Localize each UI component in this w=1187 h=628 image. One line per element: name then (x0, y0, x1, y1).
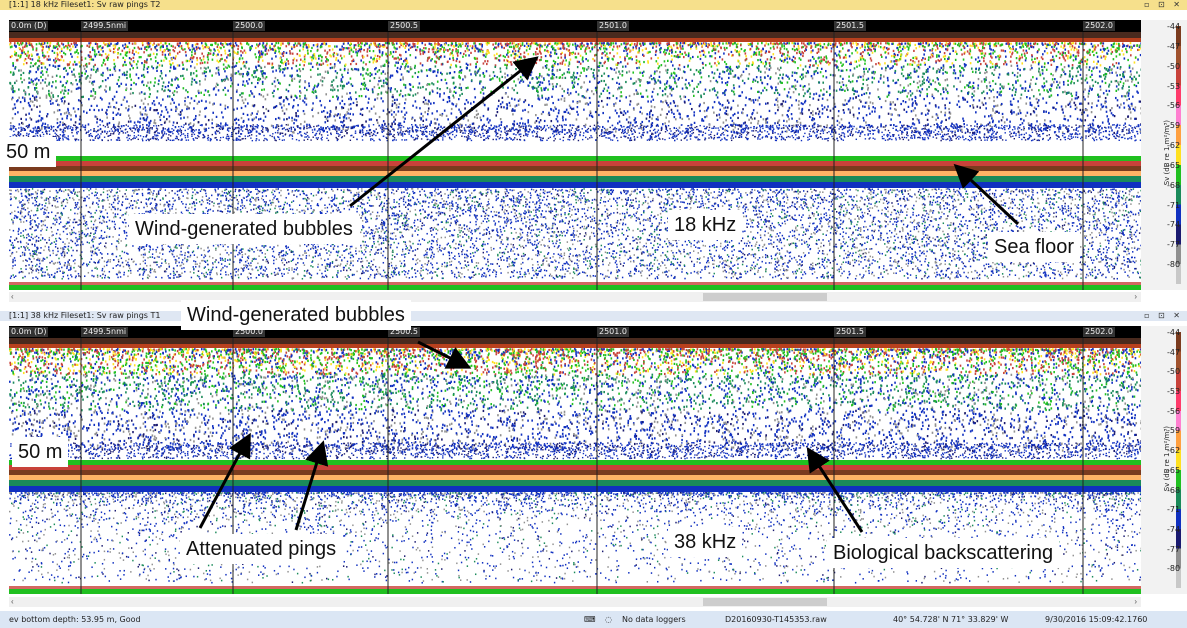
ruler-tick: 0.0m (D) (9, 327, 49, 337)
annotation-sea-floor: Sea floor (988, 232, 1081, 262)
annotation-biological: Biological backscattering (827, 538, 1060, 568)
panel-title-bar[interactable]: [1:1] 18 kHz Fileset1: Sv raw pings T2 ▫… (0, 0, 1187, 10)
colorbar-tick-label: -74 (1167, 525, 1180, 534)
colorbar-tick-label: -53 (1167, 82, 1180, 91)
scroll-right-icon[interactable]: › (1134, 597, 1137, 607)
colorbar-tick-label: -65 (1167, 466, 1180, 475)
colorbar-title: Sv (dB re 1 m²/m³) (1163, 426, 1171, 491)
colorbar-tick-label: -56 (1167, 407, 1180, 416)
bottom-depth-status: ev bottom depth: 53.95 m, Good (9, 611, 141, 628)
status-bar: ev bottom depth: 53.95 m, Good ⌨ ◌ No da… (0, 611, 1187, 628)
colorbar-tick-label: -53 (1167, 387, 1180, 396)
colorbar-tick-label: -71 (1167, 505, 1180, 514)
colorbar-tick-label: -62 (1167, 141, 1180, 150)
frequency-label: 18 kHz (668, 210, 743, 240)
colorbar-tick-label: -65 (1167, 161, 1180, 170)
ruler-tick: 2502.0 (1083, 21, 1115, 31)
panel-title-bar[interactable]: [1:1] 38 kHz Fileset1: Sv raw pings T1 ▫… (0, 311, 1187, 321)
ruler-tick: 2500.5 (388, 21, 420, 31)
colorbar-tick-label: -71 (1167, 201, 1180, 210)
timestamp: 9/30/2016 15:09:42.1760 (1045, 611, 1147, 628)
scroll-right-icon[interactable]: › (1134, 292, 1137, 302)
window-controls[interactable]: ▫ ⊡ ✕ (1144, 0, 1183, 10)
colorbar-tick-label: -59 (1167, 121, 1180, 130)
ruler-tick: 2501.0 (597, 327, 629, 337)
ruler-tick: 2499.5nmi (81, 327, 129, 337)
distance-ruler: 0.0m (D) 2499.5nmi 2500.0 2500.5 2501.0 … (9, 326, 1141, 338)
ruler-tick: 2502.0 (1083, 327, 1115, 337)
colorbar-tick-label: -56 (1167, 101, 1180, 110)
annotation-bubbles-top: Wind-generated bubbles (129, 214, 359, 244)
annotation-attenuated: Attenuated pings (180, 534, 343, 564)
ruler-tick: 2500.0 (233, 21, 265, 31)
colorbar-tick-label: -77 (1167, 545, 1180, 554)
keyboard-icon: ⌨ (584, 611, 596, 628)
distance-ruler: 0.0m (D) 2499.5nmi 2500.0 2500.5 2501.0 … (9, 20, 1141, 32)
logger-icon: ◌ (605, 611, 612, 628)
scroll-left-icon[interactable]: ‹ (11, 597, 14, 607)
scroll-thumb[interactable] (703, 598, 827, 606)
echogram-18khz[interactable] (9, 32, 1141, 290)
depth-label: 50 m (12, 437, 69, 467)
ruler-tick: 2501.5 (834, 21, 866, 31)
ruler-tick: 2501.5 (834, 327, 866, 337)
ruler-tick: 0.0m (D) (9, 21, 49, 31)
colorbar-tick-label: -50 (1167, 367, 1180, 376)
colorbar-tick-label: -59 (1167, 426, 1180, 435)
colorbar-tick-label: -47 (1167, 348, 1180, 357)
colorbar-tick-label: -47 (1167, 42, 1180, 51)
horizontal-scrollbar[interactable]: ‹ › (9, 292, 1141, 302)
colorbar-tick-label: -80 (1167, 564, 1180, 573)
gps-position: 40° 54.728' N 71° 33.829' W (893, 611, 1008, 628)
annotation-bubbles-bottom: Wind-generated bubbles (181, 300, 411, 330)
ruler-tick: 2501.0 (597, 21, 629, 31)
colorbar: Sv (dB re 1 m²/m³) -44 -47 -50 -53 -56 -59 -62… (1141, 20, 1187, 290)
colorbar-tick-label: -62 (1167, 446, 1180, 455)
colorbar-tick-label: -80 (1167, 260, 1180, 269)
colorbar-tick-label: -68 (1167, 486, 1180, 495)
panel-title: [1:1] 18 kHz Fileset1: Sv raw pings T2 (9, 0, 160, 9)
colorbar: Sv (dB re 1 m²/m³) -44 -47 -50 -53 -56 -59 -62… (1141, 326, 1187, 594)
window-controls[interactable]: ▫ ⊡ ✕ (1144, 311, 1183, 321)
echogram-canvas (9, 32, 1141, 290)
ruler-tick: 2499.5nmi (81, 21, 129, 31)
colorbar-tick-label: -74 (1167, 220, 1180, 229)
depth-label: 50 m (0, 137, 57, 167)
colorbar-tick-label: -77 (1167, 240, 1180, 249)
file-name: D20160930-T145353.raw (725, 611, 827, 628)
colorbar-tick-label: -44 (1167, 328, 1180, 337)
horizontal-scrollbar[interactable]: ‹ › (9, 597, 1141, 607)
scroll-thumb[interactable] (703, 293, 827, 301)
colorbar-tick-label: -44 (1167, 22, 1180, 31)
panel-title: [1:1] 38 kHz Fileset1: Sv raw pings T1 (9, 311, 160, 320)
colorbar-tick-label: -68 (1167, 181, 1180, 190)
scroll-left-icon[interactable]: ‹ (11, 292, 14, 302)
frequency-label: 38 kHz (668, 527, 743, 557)
data-logger-status: No data loggers (622, 611, 686, 628)
colorbar-tick-label: -50 (1167, 62, 1180, 71)
